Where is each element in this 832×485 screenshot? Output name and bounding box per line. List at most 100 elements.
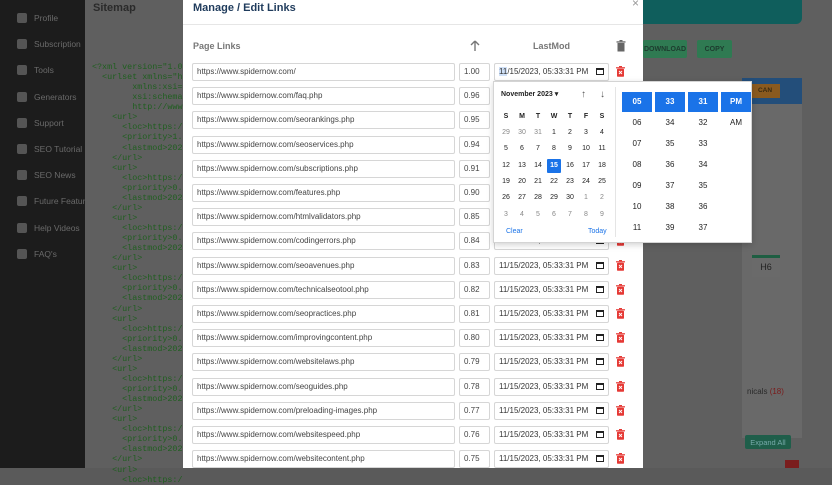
- second-option[interactable]: 34: [688, 155, 718, 175]
- calendar-day[interactable]: 2: [563, 126, 577, 140]
- hour-option[interactable]: 09: [622, 176, 652, 196]
- sidebar-item[interactable]: Profile: [17, 10, 58, 26]
- calendar-day[interactable]: 16: [563, 159, 577, 173]
- page-link-input[interactable]: https://www.spidernow.com/improvingconte…: [192, 329, 455, 348]
- calendar-icon[interactable]: [596, 261, 604, 269]
- page-link-input[interactable]: https://www.spidernow.com/seorankings.ph…: [192, 111, 455, 130]
- priority-input[interactable]: 0.79: [459, 353, 490, 372]
- calendar-icon[interactable]: [596, 358, 604, 366]
- calendar-day[interactable]: 1: [547, 126, 561, 140]
- sidebar-item[interactable]: Generators: [17, 89, 77, 105]
- page-link-input[interactable]: https://www.spidernow.com/seopractices.p…: [192, 305, 455, 323]
- second-option[interactable]: 35: [688, 176, 718, 196]
- meridiem-option[interactable]: AM: [721, 113, 751, 133]
- delete-icon[interactable]: [616, 380, 625, 392]
- calendar-day[interactable]: 26: [499, 191, 513, 205]
- priority-input[interactable]: 0.85: [459, 208, 490, 227]
- calendar-day[interactable]: 11: [595, 142, 609, 156]
- delete-icon[interactable]: [616, 66, 625, 77]
- priority-input[interactable]: 0.91: [459, 159, 490, 178]
- page-link-input[interactable]: https://www.spidernow.com/technicalseoto…: [192, 280, 455, 299]
- priority-input[interactable]: 0.94: [459, 135, 490, 154]
- calendar-day[interactable]: 8: [547, 142, 561, 156]
- scan-button[interactable]: CAN: [750, 84, 780, 98]
- lastmod-input[interactable]: 11/15/2023, 05:33:31 PM: [494, 450, 609, 469]
- minute-option[interactable]: 37: [655, 176, 685, 196]
- lastmod-input[interactable]: 11/15/2023, 05:33:31 PM: [494, 63, 609, 81]
- sidebar-item[interactable]: Future Features: [17, 193, 94, 209]
- calendar-day[interactable]: 4: [595, 126, 609, 140]
- calendar-day[interactable]: 28: [531, 191, 545, 205]
- sidebar-item[interactable]: SEO News: [17, 167, 76, 183]
- calendar-day[interactable]: 18: [595, 159, 609, 173]
- calendar-day[interactable]: 12: [499, 159, 513, 173]
- calendar-day[interactable]: 14: [531, 159, 545, 173]
- delete-icon[interactable]: [616, 356, 625, 368]
- calendar-day[interactable]: 24: [579, 175, 593, 189]
- calendar-day[interactable]: 10: [579, 142, 593, 156]
- calendar-day[interactable]: 8: [579, 208, 593, 222]
- calendar-day[interactable]: 30: [563, 191, 577, 205]
- second-option[interactable]: 36: [688, 197, 718, 217]
- lastmod-input[interactable]: 11/15/2023, 05:33:31 PM: [494, 353, 609, 372]
- priority-input[interactable]: 0.76: [459, 426, 490, 444]
- page-link-input[interactable]: https://www.spidernow.com/preloading-ima…: [192, 401, 455, 420]
- page-link-input[interactable]: https://www.spidernow.com/websitespeed.p…: [192, 426, 455, 444]
- priority-input[interactable]: 0.81: [459, 305, 490, 323]
- page-link-input[interactable]: https://www.spidernow.com/websitecontent…: [192, 450, 455, 469]
- calendar-day[interactable]: 20: [515, 175, 529, 189]
- lastmod-input[interactable]: 11/15/2023, 05:33:31 PM: [494, 280, 609, 299]
- sidebar-item[interactable]: Subscription: [17, 36, 81, 52]
- hour-option[interactable]: 11: [622, 218, 652, 238]
- lastmod-input[interactable]: 11/15/2023, 05:33:31 PM: [494, 377, 609, 396]
- calendar-day[interactable]: 4: [515, 208, 529, 222]
- priority-input[interactable]: 1.00: [459, 63, 490, 81]
- hour-option[interactable]: 05: [622, 92, 652, 112]
- page-link-input[interactable]: https://www.spidernow.com/seoservices.ph…: [192, 135, 455, 154]
- priority-input[interactable]: 0.82: [459, 280, 490, 299]
- calendar-day[interactable]: 7: [531, 142, 545, 156]
- page-link-input[interactable]: https://www.spidernow.com/faq.php: [192, 87, 455, 106]
- page-link-input[interactable]: https://www.spidernow.com/seoguides.php: [192, 377, 455, 396]
- calendar-day[interactable]: 29: [499, 126, 513, 140]
- calendar-icon[interactable]: [596, 334, 604, 342]
- previous-month-icon[interactable]: ↑: [581, 89, 586, 100]
- priority-input[interactable]: 0.90: [459, 184, 490, 202]
- next-month-icon[interactable]: ↓: [600, 89, 605, 100]
- clear-button[interactable]: Clear: [506, 228, 523, 235]
- lastmod-input[interactable]: 11/15/2023, 05:33:31 PM: [494, 305, 609, 323]
- calendar-day[interactable]: 15: [547, 158, 561, 173]
- hour-option[interactable]: 10: [622, 197, 652, 217]
- calendar-icon[interactable]: [596, 431, 604, 438]
- calendar-day[interactable]: 6: [547, 208, 561, 222]
- calendar-day[interactable]: 9: [595, 208, 609, 222]
- calendar-day[interactable]: 22: [547, 175, 561, 189]
- calendar-day[interactable]: 25: [595, 175, 609, 189]
- calendar-day[interactable]: 27: [515, 191, 529, 205]
- calendar-day[interactable]: 3: [579, 126, 593, 140]
- close-icon[interactable]: ×: [632, 0, 639, 10]
- calendar-day[interactable]: 2: [595, 191, 609, 205]
- minute-option[interactable]: 34: [655, 113, 685, 133]
- trash-icon[interactable]: [616, 40, 626, 52]
- calendar-day[interactable]: 13: [515, 159, 529, 173]
- second-option[interactable]: 33: [688, 134, 718, 154]
- second-option[interactable]: 32: [688, 113, 718, 133]
- lastmod-input[interactable]: 11/15/2023, 05:33:31 PM: [494, 329, 609, 348]
- hour-option[interactable]: 07: [622, 134, 652, 154]
- priority-input[interactable]: 0.75: [459, 450, 490, 469]
- priority-input[interactable]: 0.83: [459, 256, 490, 275]
- second-option[interactable]: 31: [688, 92, 718, 112]
- priority-input[interactable]: 0.77: [459, 401, 490, 420]
- calendar-icon[interactable]: [596, 285, 604, 293]
- month-selector[interactable]: November 2023 ▾: [501, 90, 558, 98]
- priority-input[interactable]: 0.96: [459, 87, 490, 106]
- delete-icon[interactable]: [616, 404, 625, 416]
- meridiem-option[interactable]: PM: [721, 92, 751, 112]
- calendar-day[interactable]: 19: [499, 175, 513, 189]
- calendar-day[interactable]: 7: [563, 208, 577, 222]
- calendar-day[interactable]: 3: [499, 208, 513, 222]
- hour-option[interactable]: 06: [622, 113, 652, 133]
- minute-option[interactable]: 33: [655, 92, 685, 112]
- priority-input[interactable]: 0.95: [459, 111, 490, 130]
